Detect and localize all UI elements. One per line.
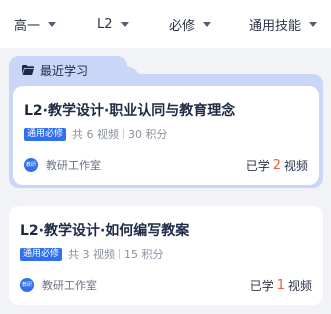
filter-level-label: L2 xyxy=(97,16,113,32)
progress-prefix: 已学 xyxy=(249,278,274,293)
study-progress: 已学 1 视频 xyxy=(250,277,312,293)
filter-bar: 高一 L2 必修 通用技能 xyxy=(0,0,331,48)
filter-type-label: 必修 xyxy=(169,18,196,34)
filter-category[interactable]: 通用技能 xyxy=(249,14,318,34)
chevron-down-icon xyxy=(48,22,57,27)
filter-grade[interactable]: 高一 xyxy=(14,14,57,34)
points: 15 积分 xyxy=(124,248,164,261)
meta-divider xyxy=(123,129,125,139)
progress-count: 1 xyxy=(276,277,285,293)
progress-suffix: 视频 xyxy=(287,278,312,293)
video-count: 共 3 视频 xyxy=(68,248,116,261)
points: 30 积分 xyxy=(128,128,168,141)
progress-prefix: 已学 xyxy=(245,158,270,173)
recent-study-header: 最近学习 xyxy=(22,61,88,79)
folder-icon xyxy=(22,65,34,75)
course-meta: 通用必修 共 6 视频 30 积分 xyxy=(24,126,168,142)
publisher: 教研 教研工作室 xyxy=(20,277,97,293)
course-card[interactable]: L2·教学设计·如何编写教案 通用必修 共 3 视频 15 积分 教研 教研工作… xyxy=(9,206,323,305)
publisher-logo: 教研 xyxy=(24,158,38,172)
chevron-down-icon xyxy=(203,22,212,27)
progress-suffix: 视频 xyxy=(283,158,308,173)
filter-grade-label: 高一 xyxy=(14,18,41,34)
video-count: 共 6 视频 xyxy=(72,128,120,141)
filter-level[interactable]: L2 xyxy=(97,14,129,34)
recent-study-section: 最近学习 L2·教学设计·职业认同与教育理念 通用必修 共 6 视频 30 积分… xyxy=(0,48,331,194)
publisher-name: 教研工作室 xyxy=(46,159,101,172)
course-meta: 通用必修 共 3 视频 15 积分 xyxy=(20,246,164,262)
course-card-recent[interactable]: L2·教学设计·职业认同与教育理念 通用必修 共 6 视频 30 积分 教研 教… xyxy=(13,86,319,185)
publisher-name: 教研工作室 xyxy=(42,279,97,292)
chevron-down-icon xyxy=(309,22,318,27)
study-progress: 已学 2 视频 xyxy=(246,157,308,173)
meta-divider xyxy=(119,249,121,259)
filter-type[interactable]: 必修 xyxy=(169,14,212,34)
course-title: L2·教学设计·如何编写教案 xyxy=(20,223,190,239)
chevron-down-icon xyxy=(120,22,129,27)
filter-category-label: 通用技能 xyxy=(249,18,302,34)
recent-study-label: 最近学习 xyxy=(40,63,89,78)
publisher: 教研 教研工作室 xyxy=(24,157,101,173)
course-title: L2·教学设计·职业认同与教育理念 xyxy=(24,103,236,119)
publisher-logo: 教研 xyxy=(20,278,34,292)
course-tag: 通用必修 xyxy=(24,127,67,141)
progress-count: 2 xyxy=(272,157,281,173)
course-tag: 通用必修 xyxy=(20,247,63,261)
